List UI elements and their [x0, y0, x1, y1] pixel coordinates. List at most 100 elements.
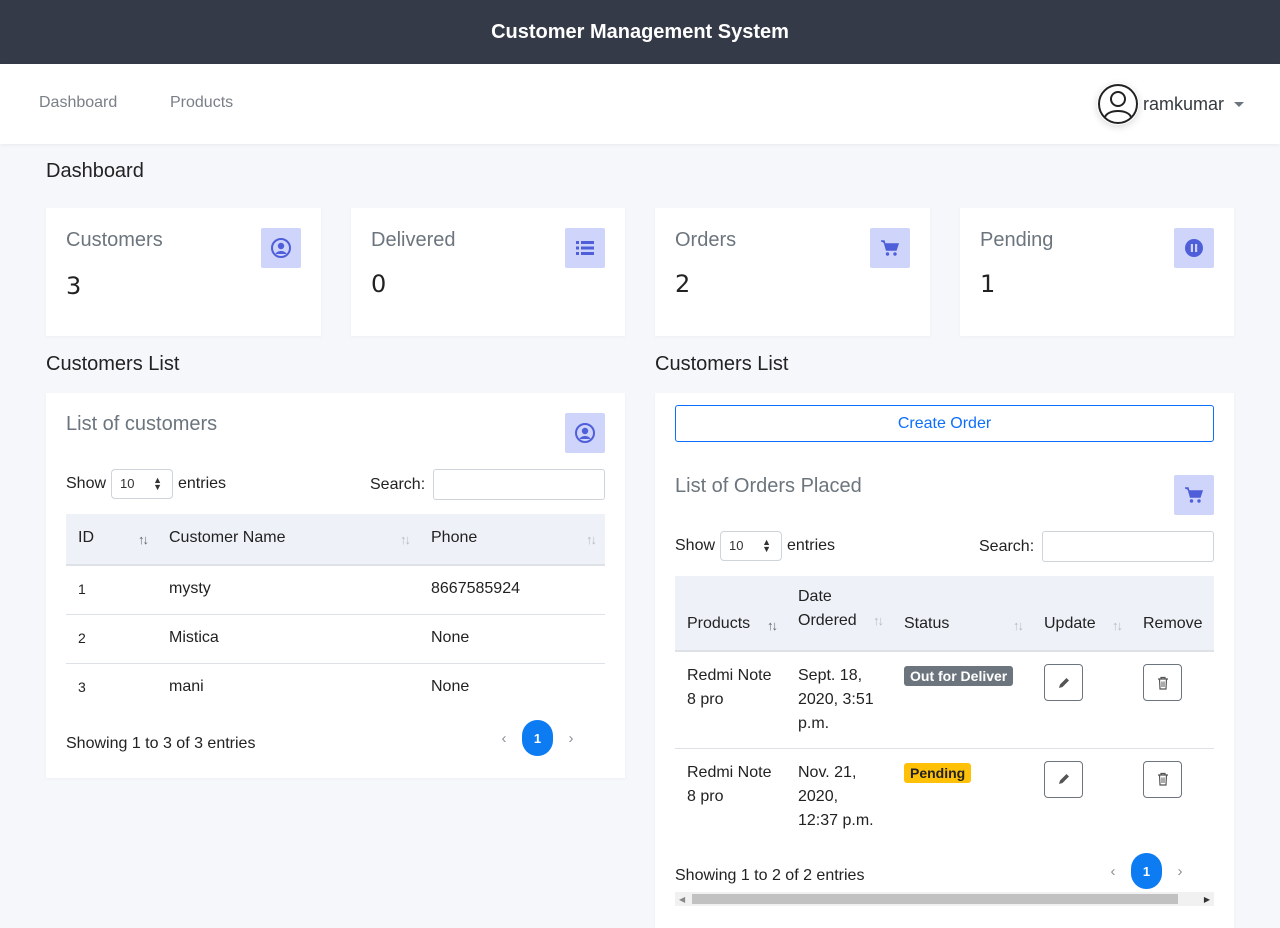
sort-icon: ↑↓ [138, 532, 149, 547]
cell-name: Mistica [157, 614, 419, 664]
sort-icon: ↑↓ [873, 613, 884, 628]
table-info: Showing 1 to 2 of 2 entries [675, 867, 865, 884]
cell-date: Sept. 18, 2020, 3:51 p.m. [786, 651, 892, 749]
page-size-select[interactable]: 10 ▲ ▼ [111, 469, 173, 499]
table-row: 2 Mistica None [66, 614, 605, 664]
trash-icon [1157, 772, 1168, 786]
column-header[interactable]: Products ↑↓ [675, 576, 786, 652]
chevron-down-icon [1234, 101, 1244, 107]
column-header[interactable]: Date Ordered ↑↓ [786, 576, 892, 652]
orders-table: Products ↑↓ Date Ordered ↑↓ Status ↑↓ Updat… [675, 576, 1214, 846]
stat-label: Customers [66, 229, 163, 251]
customers-table: ID ↑↓ Customer Name ↑↓ Phone ↑↓ 1 mysty 866… [66, 514, 605, 712]
cell-product: Redmi Note 8 pro [675, 651, 786, 749]
pencil-icon [1058, 677, 1069, 688]
cell-status: Pending [892, 748, 1032, 846]
customers-card: List of customers Show 10 ▲ ▼ entries Sea… [46, 393, 625, 778]
list-icon [565, 228, 605, 268]
sort-icon: ↑↓ [1112, 618, 1123, 633]
nav-products-link[interactable]: Products [170, 94, 233, 112]
nav-dashboard-link[interactable]: Dashboard [39, 94, 117, 112]
cell-name: mysty [157, 565, 419, 615]
table-row: Redmi Note 8 pro Nov. 21, 2020, 12:37 p.… [675, 748, 1214, 846]
page-size-select[interactable]: 10 ▲ ▼ [720, 531, 782, 561]
column-header[interactable]: Phone ↑↓ [419, 514, 605, 566]
cell-id: 3 [78, 678, 86, 695]
entries-label: entries [787, 537, 836, 554]
stat-value: 3 [66, 272, 82, 300]
delete-button[interactable] [1143, 760, 1182, 798]
page-size-value: 10 [120, 476, 135, 491]
sort-icon: ↑↓ [400, 532, 411, 547]
stat-value: 1 [980, 270, 996, 298]
page-title: Dashboard [46, 160, 144, 182]
stat-card-customers: Customers 3 [46, 208, 321, 336]
table-row: Redmi Note 8 pro Sept. 18, 2020, 3:51 p.… [675, 651, 1214, 749]
show-label: Show [675, 537, 716, 554]
stat-value: 2 [675, 270, 691, 298]
orders-section-title: Customers List [655, 353, 789, 375]
column-header[interactable]: Update ↑↓ [1032, 576, 1131, 652]
column-header[interactable]: Customer Name ↑↓ [157, 514, 419, 566]
column-header[interactable]: ID ↑↓ [66, 514, 157, 566]
cell-remove [1131, 651, 1214, 749]
stat-label: Orders [675, 229, 737, 251]
delete-button[interactable] [1143, 664, 1182, 701]
stat-card-orders: Orders 2 [655, 208, 930, 336]
cell-id: 2 [66, 614, 157, 664]
cell-update [1032, 748, 1131, 846]
search-label: Search: [370, 476, 426, 493]
prev-page-icon[interactable]: ‹ [1095, 863, 1131, 880]
pagination: ‹ 1 › [1095, 853, 1198, 889]
navbar: Dashboard Products ramkumar [0, 64, 1280, 144]
customers-section-title: Customers List [46, 353, 180, 375]
orders-card-title: List of Orders Placed [675, 475, 862, 497]
edit-button[interactable] [1044, 760, 1083, 798]
scroll-right-icon[interactable]: ▶ [1204, 895, 1210, 904]
search-label: Search: [979, 538, 1035, 555]
page-size-value: 10 [729, 538, 744, 553]
stat-card-delivered: Delivered 0 [351, 208, 625, 336]
user-avatar-icon [1096, 83, 1139, 125]
scroll-left-icon[interactable]: ◀ [679, 895, 685, 904]
cart-icon [1174, 475, 1214, 515]
prev-page-icon[interactable]: ‹ [486, 730, 522, 747]
app-header: Customer Management System [0, 0, 1280, 64]
column-header[interactable]: Remove↑↓ [1131, 576, 1214, 652]
page-button[interactable]: 1 [1131, 853, 1162, 889]
search-input[interactable] [433, 469, 605, 500]
cell-status: Out for Deliver [892, 651, 1032, 749]
pencil-icon [1058, 774, 1069, 784]
page-button[interactable]: 1 [522, 720, 553, 756]
cell-date: Nov. 21, 2020, 12:37 p.m. [798, 763, 874, 829]
cell-remove [1131, 748, 1214, 846]
cell-name: mani [169, 677, 204, 695]
create-order-button[interactable]: Create Order [675, 405, 1214, 442]
stat-label: Pending [980, 229, 1054, 251]
entries-label: entries [178, 475, 227, 492]
sort-arrows-icon: ▲ ▼ [762, 537, 771, 554]
stat-card-pending: Pending 1 [960, 208, 1234, 336]
edit-button[interactable] [1044, 664, 1083, 701]
orders-card: Create Order List of Orders Placed Show … [655, 393, 1234, 928]
scrollbar-thumb[interactable] [692, 894, 1178, 904]
sort-arrows-icon: ▲ ▼ [153, 475, 162, 492]
cell-phone: None [419, 614, 605, 664]
pagination: ‹ 1 › [486, 720, 589, 756]
sort-icon: ↑↓ [767, 618, 778, 633]
next-page-icon[interactable]: › [553, 730, 589, 747]
user-circle-icon [261, 228, 301, 268]
sort-icon: ↑↓ [1013, 618, 1024, 633]
customers-card-title: List of customers [66, 413, 218, 435]
cell-phone: 8667585924 [419, 565, 605, 615]
search-input[interactable] [1042, 531, 1214, 562]
orders-table-wrapper: Products ↑↓ Date Ordered ↑↓ Status ↑↓ Updat… [675, 576, 1214, 846]
trash-icon [1157, 676, 1168, 690]
next-page-icon[interactable]: › [1162, 863, 1198, 880]
cell-phone: None [431, 677, 470, 695]
column-header[interactable]: Status ↑↓ [892, 576, 1032, 652]
horizontal-scrollbar[interactable]: ◀ ▶ [675, 892, 1214, 906]
stat-value: 0 [371, 270, 387, 298]
user-menu[interactable]: ramkumar [1096, 83, 1244, 125]
pause-circle-icon [1174, 228, 1214, 268]
